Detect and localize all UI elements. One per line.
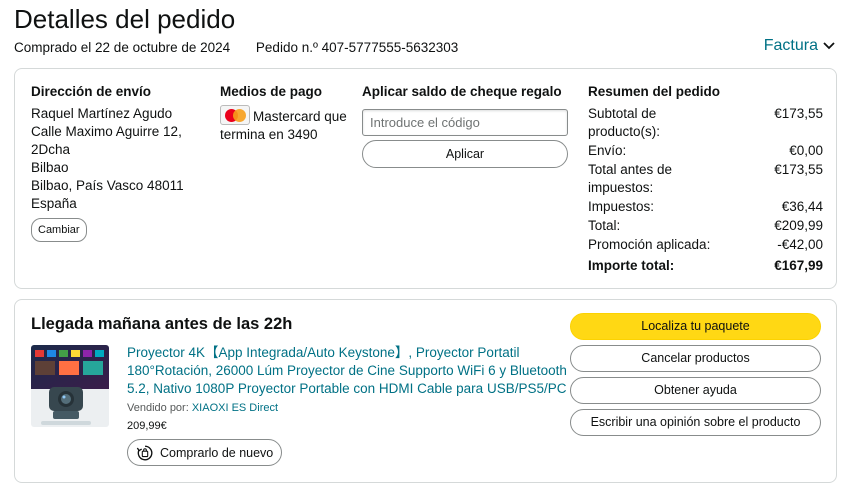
address-line: Raquel Martínez Agudo xyxy=(31,106,173,121)
buy-again-label: Comprarlo de nuevo xyxy=(160,445,274,460)
order-number: Pedido n.º 407-5777555-5632303 xyxy=(255,40,459,55)
track-package-button[interactable]: Localiza tu paquete xyxy=(570,313,821,340)
summary-label: Envío: xyxy=(588,143,627,158)
order-details-box: Dirección de envío Raquel Martínez Agudo… xyxy=(14,68,837,289)
summary-label: Total antes de impuestos: xyxy=(588,162,673,195)
shipment-actions: Localiza tu paquete Cancelar productos O… xyxy=(570,313,821,441)
address-line: Bilbao xyxy=(31,160,69,175)
change-address-button[interactable]: Cambiar xyxy=(31,218,87,242)
buy-again-icon xyxy=(136,445,153,460)
grand-total-label: Importe total: xyxy=(588,258,675,273)
order-meta: Comprado el 22 de octubre de 2024 Pedido… xyxy=(14,40,458,55)
address-line: Bilbao, País Vasco 48011 xyxy=(31,178,184,193)
get-help-button[interactable]: Obtener ayuda xyxy=(570,377,821,404)
summary-label: Promoción aplicada: xyxy=(588,237,711,252)
order-summary-title: Resumen del pedido xyxy=(588,84,721,99)
invoice-dropdown[interactable]: Factura xyxy=(764,37,835,55)
arrival-status: Llegada mañana antes de las 22h xyxy=(31,315,293,333)
payment-method-section: Medios de pago Mastercard que termina en… xyxy=(220,83,355,144)
gift-card-section: Aplicar saldo de cheque regalo Aplicar xyxy=(362,83,572,168)
shipment-box: Llegada mañana antes de las 22h Proyecto… xyxy=(14,299,837,483)
summary-value: €209,99 xyxy=(774,218,823,233)
address-line: 2Dcha xyxy=(31,142,71,157)
gift-card-title: Aplicar saldo de cheque regalo xyxy=(362,84,562,99)
mastercard-icon xyxy=(220,105,250,125)
payment-method-title: Medios de pago xyxy=(220,84,323,99)
shipping-address-section: Dirección de envío Raquel Martínez Agudo… xyxy=(31,83,206,242)
buy-again-button[interactable]: Comprarlo de nuevo xyxy=(127,439,282,466)
page-title: Detalles del pedido xyxy=(14,4,236,34)
order-summary-section: Resumen del pedido Subtotal de producto(… xyxy=(588,83,823,275)
summary-label: Total: xyxy=(588,218,621,233)
summary-row: Subtotal de producto(s): €173,55 xyxy=(588,105,823,141)
summary-row: Envío: €0,00 xyxy=(588,142,823,160)
summary-row: Impuestos: €36,44 xyxy=(588,198,823,216)
shipping-address-title: Dirección de envío xyxy=(31,84,152,99)
product-title-link[interactable]: Proyector 4K【App Integrada/Auto Keystone… xyxy=(127,344,567,398)
chevron-down-icon xyxy=(823,42,835,50)
product-image[interactable] xyxy=(31,345,109,427)
gift-code-input[interactable] xyxy=(362,109,568,136)
summary-value: €173,55 xyxy=(774,162,823,177)
summary-label: Subtotal de producto(s): xyxy=(588,106,661,139)
apply-gift-button[interactable]: Aplicar xyxy=(362,140,568,168)
grand-total-value: €167,99 xyxy=(774,258,823,273)
summary-row: Promoción aplicada: -€42,00 xyxy=(588,236,823,254)
order-date: Comprado el 22 de octubre de 2024 xyxy=(14,40,231,55)
sold-by: Vendido por: XIAOXI ES Direct xyxy=(127,402,278,414)
sold-by-label: Vendido por: xyxy=(127,402,189,414)
grand-total-row: Importe total: €167,99 xyxy=(588,257,823,275)
summary-value: €0,00 xyxy=(789,143,823,158)
summary-value: €173,55 xyxy=(774,106,823,121)
summary-row: Total: €209,99 xyxy=(588,217,823,235)
address-line: España xyxy=(31,196,77,211)
summary-value: €36,44 xyxy=(781,199,823,214)
cancel-items-button[interactable]: Cancelar productos xyxy=(570,345,821,372)
summary-label: Impuestos: xyxy=(588,199,655,214)
address-line: Calle Maximo Aguirre 12, xyxy=(31,124,182,139)
product-price: 209,99€ xyxy=(127,420,167,432)
seller-link[interactable]: XIAOXI ES Direct xyxy=(192,402,278,414)
write-review-button[interactable]: Escribir una opinión sobre el producto xyxy=(570,409,821,436)
summary-value: -€42,00 xyxy=(777,237,823,252)
summary-row: Total antes de impuestos: €173,55 xyxy=(588,161,823,197)
invoice-label: Factura xyxy=(763,37,818,54)
